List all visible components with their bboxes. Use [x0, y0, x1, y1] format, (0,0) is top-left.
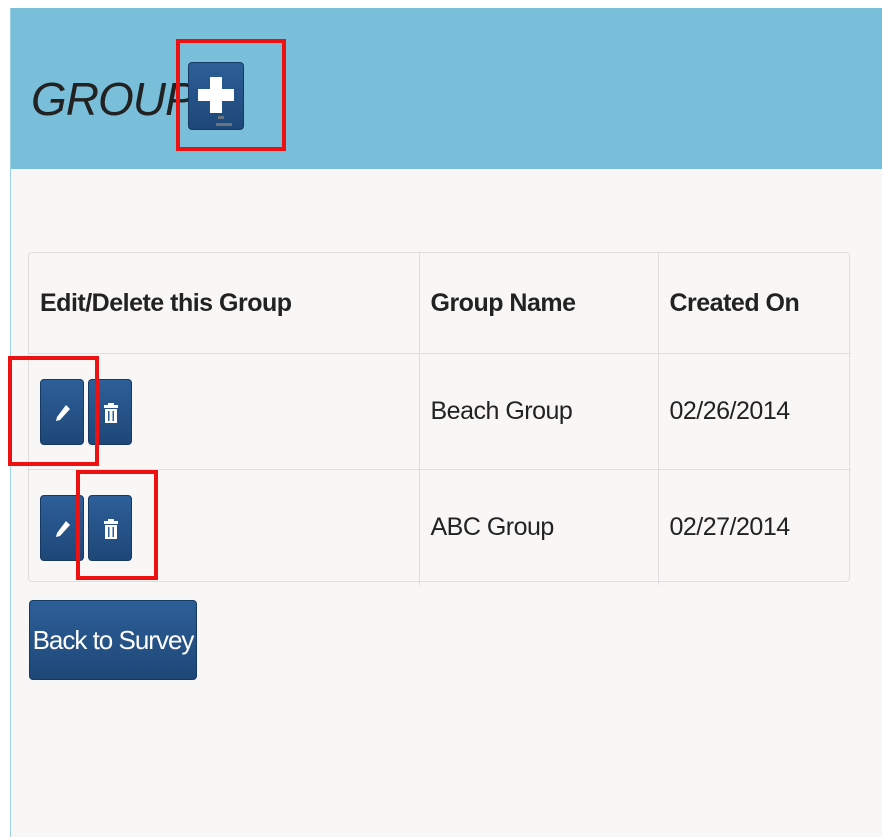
- groups-page: GROUPS Edit/Delete this Group Group Name…: [10, 8, 882, 837]
- column-header-created-on: Created On: [657, 253, 851, 354]
- trash-icon: [104, 518, 118, 539]
- table-header-row: Edit/Delete this Group Group Name Create…: [29, 253, 851, 354]
- row-actions: [29, 353, 419, 470]
- column-header-group-name: Group Name: [418, 253, 658, 354]
- created-on-cell: 02/26/2014: [657, 353, 851, 470]
- plus-icon: [198, 77, 234, 113]
- back-to-survey-button[interactable]: Back to Survey: [29, 600, 197, 680]
- row-actions: [29, 469, 419, 585]
- groups-table-card: Edit/Delete this Group Group Name Create…: [28, 252, 851, 585]
- created-on-cell: 02/27/2014: [657, 469, 851, 585]
- cursor-icon: [216, 116, 232, 126]
- edit-button[interactable]: [40, 494, 84, 561]
- group-name-cell: ABC Group: [418, 469, 658, 585]
- page-header: GROUPS: [11, 8, 882, 169]
- add-group-button[interactable]: [188, 62, 244, 130]
- group-name-cell: Beach Group: [418, 353, 658, 470]
- table-row: ABC Group 02/27/2014: [29, 469, 851, 585]
- pencil-icon: [56, 404, 70, 421]
- delete-button[interactable]: [88, 494, 132, 561]
- table-row: Beach Group 02/26/2014: [29, 353, 851, 470]
- groups-table: Edit/Delete this Group Group Name Create…: [29, 253, 851, 585]
- column-header-actions: Edit/Delete this Group: [40, 288, 292, 317]
- edit-button[interactable]: [40, 378, 84, 445]
- delete-button[interactable]: [88, 378, 132, 445]
- pencil-icon: [56, 520, 70, 537]
- trash-icon: [104, 402, 118, 423]
